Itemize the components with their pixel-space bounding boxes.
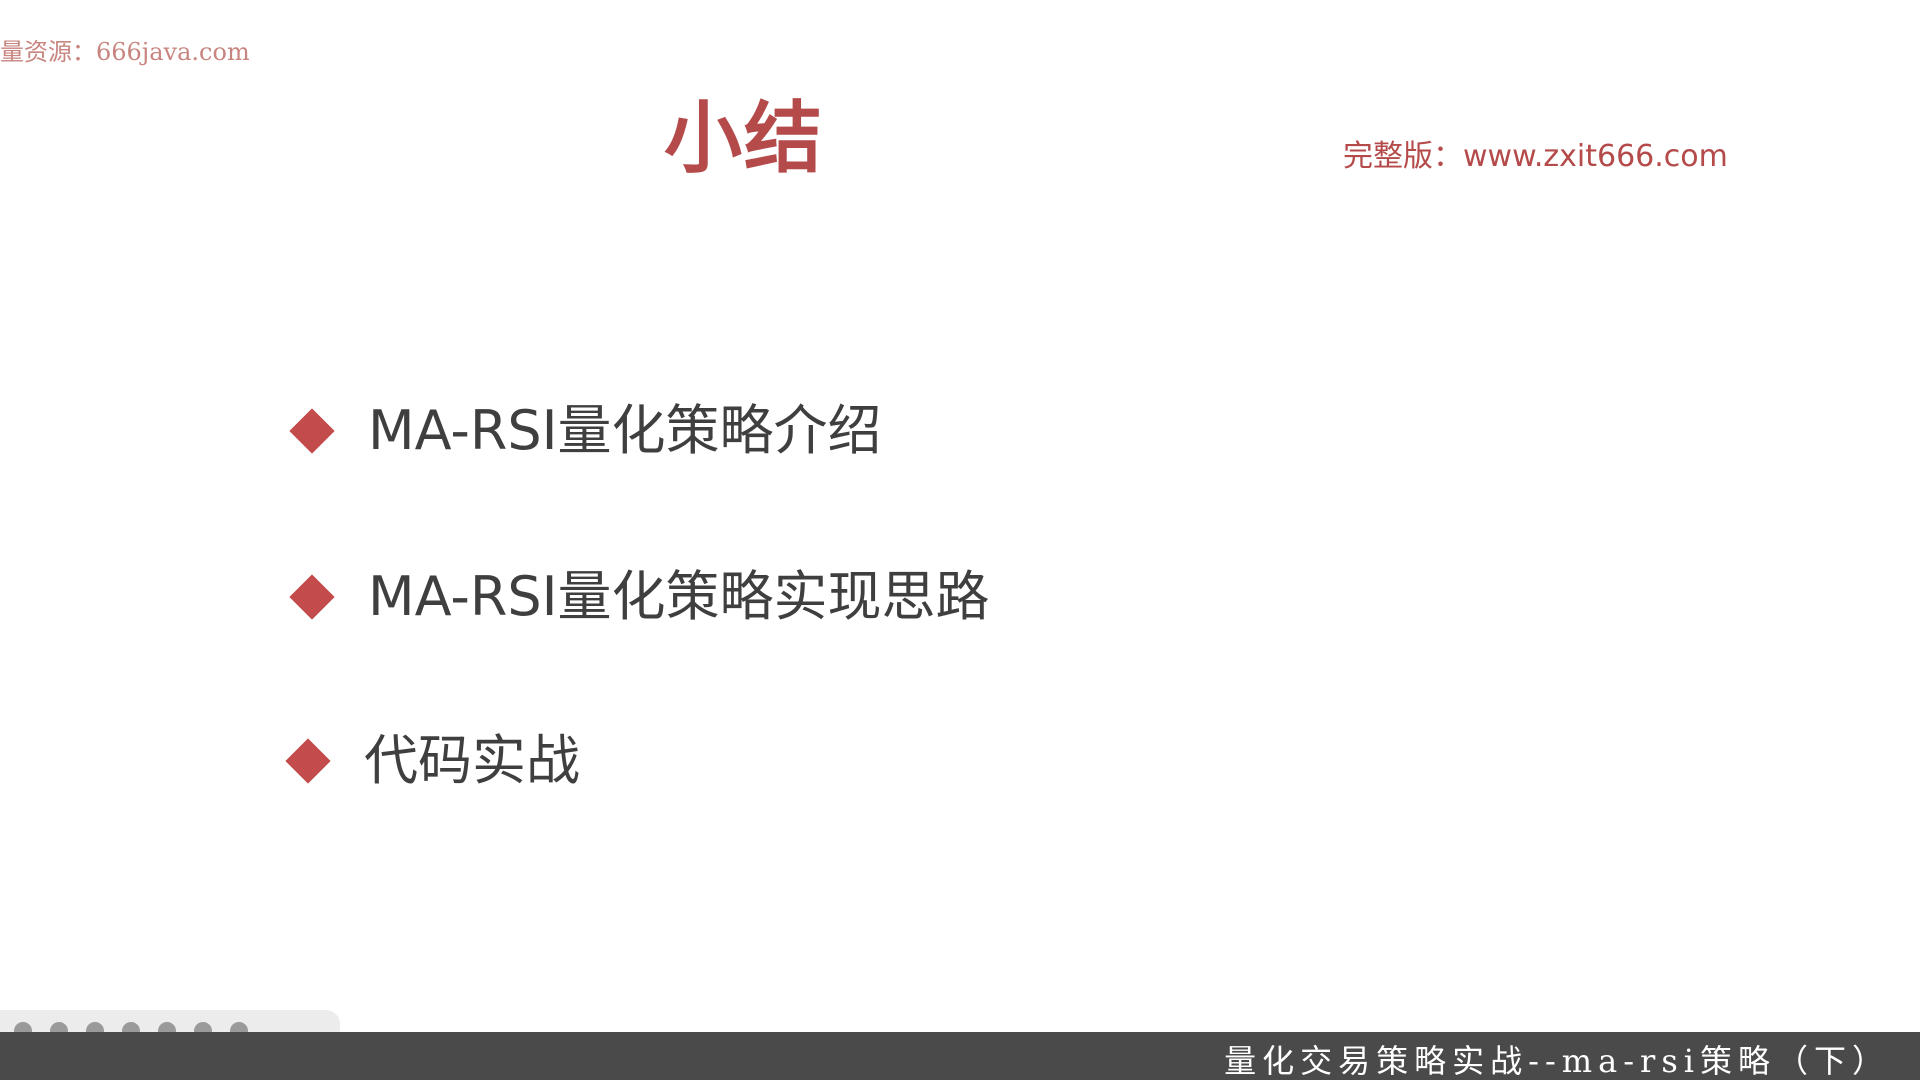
caption-text: 量化交易策略实战--ma-rsi策略（下） xyxy=(1224,1042,1890,1080)
diamond-icon xyxy=(289,574,335,620)
bullet-item: MA-RSI量化策略实现思路 xyxy=(289,565,990,628)
slide-page: 量资源：666java.com 小结 完整版：www.zxit666.com M… xyxy=(0,0,1920,1080)
diamond-icon xyxy=(285,738,331,784)
presenter-toolbar[interactable] xyxy=(0,1010,340,1032)
watermark-text: 量资源：666java.com xyxy=(0,38,250,66)
toolbar-button-icon[interactable] xyxy=(230,1022,248,1032)
bullet-text: 代码实战 xyxy=(364,729,580,792)
toolbar-button-icon[interactable] xyxy=(158,1022,176,1032)
toolbar-button-icon[interactable] xyxy=(86,1022,104,1032)
full-version-link-text: 完整版：www.zxit666.com xyxy=(1343,139,1728,174)
bullet-text: MA-RSI量化策略实现思路 xyxy=(368,565,990,628)
bullet-item: 代码实战 xyxy=(285,729,580,792)
toolbar-button-icon[interactable] xyxy=(50,1022,68,1032)
toolbar-button-icon[interactable] xyxy=(14,1022,32,1032)
diamond-icon xyxy=(289,408,335,454)
toolbar-button-icon[interactable] xyxy=(122,1022,140,1032)
slide-title: 小结 xyxy=(664,94,825,184)
toolbar-button-icon[interactable] xyxy=(194,1022,212,1032)
bullet-text: MA-RSI量化策略介绍 xyxy=(368,399,882,462)
caption-bar: 量化交易策略实战--ma-rsi策略（下） xyxy=(0,1032,1920,1080)
bullet-item: MA-RSI量化策略介绍 xyxy=(289,399,882,462)
